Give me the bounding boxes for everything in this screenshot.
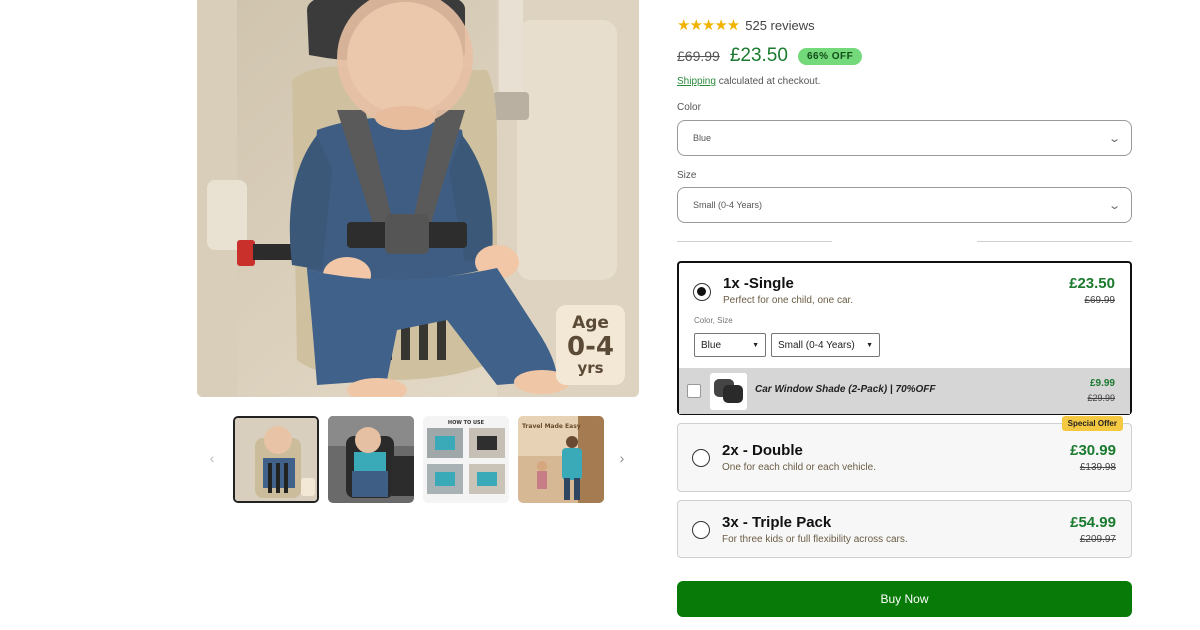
- age-badge-line2: 0-4: [567, 331, 614, 362]
- caret-down-icon: ▼: [866, 341, 873, 349]
- bundle-title: 2x - Double: [722, 442, 803, 459]
- radio-button[interactable]: [692, 449, 710, 467]
- chevron-down-icon: ⌄: [1107, 132, 1121, 145]
- bundle-color-value: Blue: [701, 339, 722, 351]
- price-row: £69.99 £23.50 66% OFF: [677, 45, 863, 67]
- age-badge-line3: yrs: [577, 358, 604, 377]
- shipping-link[interactable]: Shipping: [677, 76, 716, 87]
- addon-compare-price: £29.99: [1087, 393, 1115, 403]
- bundle-price: £54.99: [1070, 514, 1116, 531]
- bundle-price: £23.50: [1069, 275, 1115, 292]
- bundle-size-select[interactable]: Small (0-4 Years) ▼: [771, 333, 880, 357]
- chevron-right-icon[interactable]: ›: [614, 450, 630, 466]
- bundle-subtitle: For three kids or full flexibility acros…: [722, 534, 908, 545]
- shipping-text: calculated at checkout.: [715, 76, 821, 87]
- buy-now-button[interactable]: Buy Now: [677, 581, 1132, 617]
- bundle-compare-price: £139.98: [1079, 462, 1116, 473]
- age-badge-line1: Age: [572, 312, 609, 333]
- variant-label: Color, Size: [694, 316, 733, 325]
- bundle-size-value: Small (0-4 Years): [778, 339, 855, 351]
- review-count: 525 reviews: [745, 17, 815, 33]
- bundle-option-double[interactable]: Special Offer 2x - Double One for each c…: [677, 416, 1132, 492]
- star-rating-icon: ★★★★★: [677, 17, 740, 34]
- bundle-price: £30.99: [1070, 442, 1116, 459]
- size-select[interactable]: Small (0-4 Years) ⌄: [677, 187, 1132, 223]
- window-shade-image: [710, 373, 747, 410]
- addon-price: £9.99: [1089, 378, 1115, 389]
- addon-checkbox[interactable]: [687, 384, 701, 398]
- chevron-down-icon: ⌄: [1107, 199, 1121, 212]
- size-label: Size: [677, 170, 697, 181]
- bundle-title: 1x -Single: [723, 275, 794, 292]
- thumbnail-2[interactable]: [328, 416, 414, 503]
- bundle-compare-price: £209.97: [1079, 534, 1116, 545]
- bundle-subtitle: Perfect for one child, one car.: [723, 295, 854, 306]
- thumbnail-3[interactable]: HOW TO USE: [423, 416, 509, 503]
- addon-name: Car Window Shade (2-Pack) | 70%OFF: [755, 384, 936, 395]
- caret-down-icon: ▼: [752, 341, 759, 349]
- thumbnail-carousel: ‹ HOW TO USE Travel Made Easy ›: [200, 416, 640, 504]
- compare-at-price: £69.99: [677, 48, 720, 64]
- radio-button-selected[interactable]: [693, 283, 711, 301]
- radio-button[interactable]: [692, 521, 710, 539]
- color-select-value: Blue: [693, 133, 712, 143]
- thumbnail-1[interactable]: [233, 416, 319, 503]
- bundle-divider: [677, 241, 1132, 242]
- bundle-compare-price: £69.99: [1084, 295, 1115, 306]
- shipping-note: Shipping calculated at checkout.: [677, 76, 820, 87]
- size-select-value: Small (0-4 Years): [693, 200, 763, 210]
- bundle-option-single[interactable]: 1x -Single Perfect for one child, one ca…: [677, 261, 1132, 415]
- thumbnail-3-heading: HOW TO USE: [448, 420, 485, 426]
- thumbnail-4-caption: Travel Made Easy: [522, 423, 581, 430]
- bundle-subtitle: One for each child or each vehicle.: [722, 462, 876, 473]
- bundle-color-select[interactable]: Blue ▼: [694, 333, 766, 357]
- special-offer-badge: Special Offer: [1061, 416, 1123, 431]
- bundle-title: 3x - Triple Pack: [722, 514, 832, 531]
- age-badge: Age 0-4 yrs: [556, 305, 625, 385]
- chevron-left-icon[interactable]: ‹: [204, 450, 220, 466]
- product-rating[interactable]: ★★★★★ 525 reviews: [677, 16, 815, 34]
- bundle-option-triple[interactable]: 3x - Triple Pack For three kids or full …: [677, 500, 1132, 558]
- discount-badge: 66% OFF: [797, 47, 863, 65]
- color-label: Color: [677, 102, 701, 113]
- thumbnail-4[interactable]: Travel Made Easy: [518, 416, 604, 503]
- addon-upsell[interactable]: Car Window Shade (2-Pack) | 70%OFF £9.99…: [679, 368, 1130, 414]
- color-select[interactable]: Blue ⌄: [677, 120, 1132, 156]
- sale-price: £23.50: [729, 45, 788, 66]
